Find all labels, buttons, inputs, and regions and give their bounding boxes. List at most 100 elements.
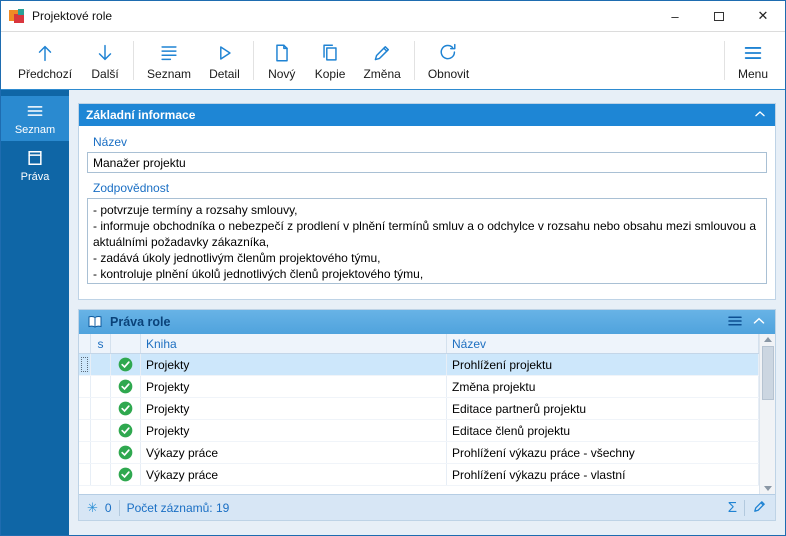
table-row[interactable]: Projekty Prohlížení projektu [79,354,759,376]
basic-info-header: Základní informace [79,104,775,126]
row-indicator [79,398,91,419]
section-title: Práva role [110,315,171,329]
copy-button[interactable]: Kopie [306,32,355,89]
responsibility-label: Zodpovědnost [93,181,170,195]
book-icon [88,316,102,328]
collapse-button[interactable] [752,106,768,125]
edit-button[interactable]: Změna [354,32,409,89]
menu-button[interactable]: Menu [729,32,777,89]
cell-nazev: Prohlížení projektu [447,354,759,375]
scroll-down-icon[interactable] [763,486,772,491]
cell-kniha: Projekty [141,354,447,375]
column-header-status[interactable] [111,334,141,353]
cell-kniha: Projekty [141,376,447,397]
card-icon [28,151,42,165]
cell-nazev: Změna projektu [447,376,759,397]
name-label: Název [93,135,128,149]
toolbar-separator [133,41,135,80]
statusbar-divider [118,499,120,516]
column-header-s[interactable]: s [91,334,111,353]
maximize-button[interactable] [697,1,741,31]
window-title: Projektové role [32,9,113,23]
sidebar-item-seznam[interactable]: Seznam [1,96,69,141]
list-icon [27,106,43,116]
cell-kniha: Projekty [141,420,447,441]
check-icon [118,423,133,438]
collapse-button[interactable] [750,312,768,333]
section-title: Základní informace [86,108,196,122]
name-input[interactable] [87,152,767,173]
grid-header-row: s Kniha Název [79,334,759,354]
check-icon [118,379,133,394]
grid-statusbar: ✳ 0 Počet záznamů: 19 Σ [79,494,775,520]
column-header-kniha[interactable]: Kniha [141,334,447,353]
grid-empty-area [79,486,759,494]
sum-icon[interactable]: Σ [728,500,737,515]
play-outline-icon [220,45,232,60]
grid-menu-button[interactable] [726,312,744,333]
table-row[interactable]: Výkazy práce Prohlížení výkazu práce - v… [79,442,759,464]
pencil-icon [374,45,390,60]
app-window: Projektové role – ✕ Předchozí Další Sezn… [0,0,786,536]
cell-nazev: Editace partnerů projektu [447,398,759,419]
table-row[interactable]: Výkazy práce Prohlížení výkazu práce - v… [79,464,759,486]
table-row[interactable]: Projekty Editace členů projektu [79,420,759,442]
close-icon: ✕ [757,8,769,23]
basic-info-section: Základní informace Název Zodpovědnost - … [78,103,776,300]
cell-nazev: Prohlížení výkazu práce - všechny [447,442,759,463]
cell-nazev: Editace členů projektu [447,420,759,441]
current-row-marker [81,357,88,372]
new-button[interactable]: Nový [258,32,306,89]
minimize-icon: – [671,8,679,24]
scroll-up-icon[interactable] [763,337,772,342]
statusbar-divider [744,499,745,516]
rights-header: Práva role [79,310,775,334]
table-row[interactable]: Projekty Změna projektu [79,376,759,398]
scrollbar-thumb[interactable] [761,346,774,400]
column-header-indicator [79,334,91,353]
list-button[interactable]: Seznam [138,32,200,89]
refresh-button[interactable]: Obnovit [419,32,478,89]
cell-nazev: Prohlížení výkazu práce - vlastní [447,464,759,485]
row-indicator [79,464,91,485]
rights-section: Práva role s Kniha Název Projekty Prohlí… [78,309,776,521]
new-document-icon [275,43,288,62]
app-icon [9,8,25,24]
responsibility-textarea[interactable]: - potvrzuje termíny a rozsahy smlouvy, -… [87,198,767,284]
next-button[interactable]: Další [81,32,129,89]
row-indicator [79,442,91,463]
flag-count: 0 [104,500,112,515]
previous-button[interactable]: Předchozí [9,32,81,89]
cell-kniha: Projekty [141,398,447,419]
flag-icon[interactable]: ✳ [87,501,98,514]
row-indicator [79,354,91,375]
detail-button[interactable]: Detail [200,32,249,89]
check-icon [118,357,133,372]
close-button[interactable]: ✕ [741,1,785,31]
column-header-nazev[interactable]: Název [447,334,759,353]
refresh-icon [440,43,457,59]
chevron-up-icon [753,317,765,324]
chevron-up-icon [755,110,765,116]
arrow-down-icon [98,44,112,60]
main-content: Základní informace Název Zodpovědnost - … [69,90,785,535]
row-indicator [79,376,91,397]
list-icon [161,45,177,60]
edit-icon[interactable] [752,499,767,517]
hamburger-icon [744,46,762,59]
check-icon [118,401,133,416]
copy-icon [323,43,337,61]
table-row[interactable]: Projekty Editace partnerů projektu [79,398,759,420]
sidebar: Seznam Práva [1,90,69,535]
toolbar: Předchozí Další Seznam Detail Nový Kopie… [1,31,785,90]
basic-info-body: Název Zodpovědnost - potvrzuje termíny a… [79,126,775,299]
vertical-scrollbar[interactable] [759,334,775,494]
check-icon [118,467,133,482]
rights-grid: s Kniha Název Projekty Prohlížení projek… [79,334,775,494]
check-icon [118,445,133,460]
toolbar-separator [723,41,725,80]
sidebar-item-prava[interactable]: Práva [1,143,69,188]
maximize-icon [714,11,724,21]
minimize-button[interactable]: – [653,1,697,31]
